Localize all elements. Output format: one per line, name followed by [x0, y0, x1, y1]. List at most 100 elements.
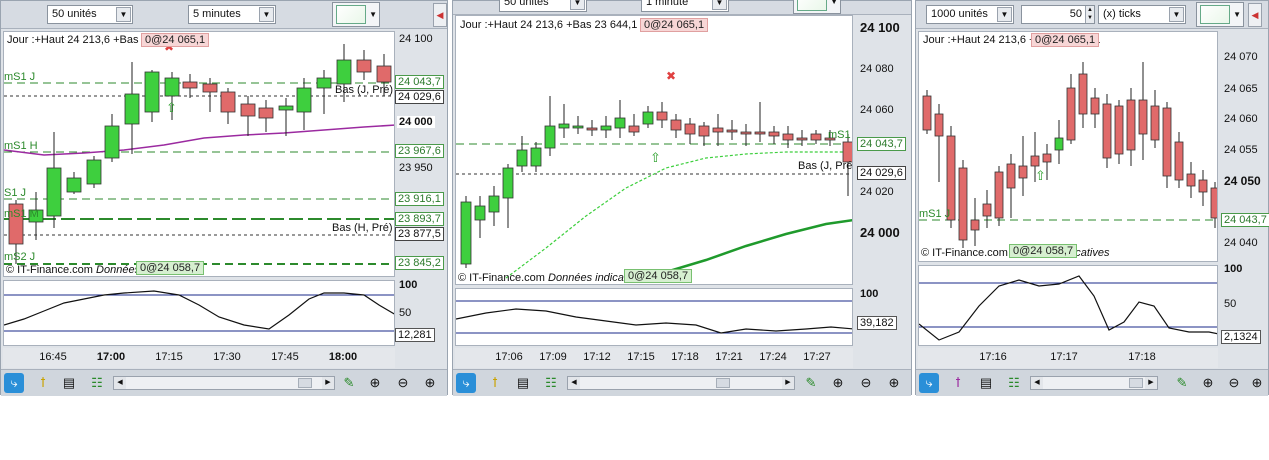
quantity-select[interactable]: 50 unités ▼	[499, 0, 587, 12]
price-chart[interactable]: ⇧ Jour :+Haut 24 213,6 +Bas 23 644,1 0@2…	[918, 31, 1218, 262]
period-select[interactable]: 5 minutes ▼	[188, 5, 276, 24]
time-tick: 17:18	[671, 351, 699, 363]
indicators-icon[interactable]: ☷	[1004, 373, 1024, 393]
candle-up	[278, 105, 294, 111]
indicators-icon[interactable]: ☷	[87, 373, 107, 393]
period-value: 5 minutes	[193, 8, 241, 20]
chevron-down-icon[interactable]: ▼	[997, 7, 1012, 22]
zoom-out-icon[interactable]: ⊖	[1224, 373, 1244, 393]
ticks-unit-select[interactable]: (x) ticks ▼	[1098, 5, 1186, 24]
collapse-tab[interactable]: ◀	[433, 3, 447, 27]
scroll-left-icon[interactable]: ◀	[114, 377, 126, 389]
indicator-chart[interactable]	[918, 265, 1218, 346]
time-tick: 16:45	[39, 351, 67, 363]
zoom-in-icon[interactable]: ⊕	[1247, 373, 1267, 393]
zoom-fit-icon[interactable]: ⊕	[1198, 373, 1218, 393]
indicator-chart[interactable]	[455, 288, 853, 346]
candle-down	[698, 125, 710, 137]
price-tick: 24 060	[860, 104, 894, 116]
order-tag[interactable]: 0@24 065,1	[141, 33, 210, 47]
chevron-down-icon[interactable]: ▼	[570, 0, 585, 10]
candle-up	[502, 167, 514, 199]
cursor-tool-icon[interactable]: ꝉ	[33, 373, 53, 393]
candle-down	[842, 141, 852, 163]
chevron-down-icon[interactable]: ▼	[830, 0, 838, 6]
time-tick: 17:15	[627, 351, 655, 363]
scroll-thumb[interactable]	[298, 378, 312, 388]
price-tag-s1j: 23 916,1	[395, 192, 444, 206]
chart-type-button[interactable]: ▼	[332, 2, 380, 27]
share-icon[interactable]: ⤷	[4, 373, 24, 393]
toolbar: 1000 unités ▼ 50 ▲ ▼ (x) ticks ▼ ▼ ◀	[916, 1, 1268, 29]
stepper-arrows-icon[interactable]: ▲ ▼	[1085, 6, 1094, 23]
chevron-down-icon[interactable]: ▼	[712, 0, 727, 10]
indicator-line	[4, 290, 394, 330]
cursor-tool-icon[interactable]: ꝉ	[948, 373, 968, 393]
candle-down	[1126, 99, 1136, 151]
price-chart[interactable]: ✖ ⇧ Jour :+Haut 24 213,6 +Bas 23 644,1 0@…	[455, 15, 853, 285]
list-icon[interactable]: ▤	[59, 373, 79, 393]
chevron-down-icon[interactable]: ▼	[1169, 7, 1184, 22]
time-tick: 17:30	[213, 351, 241, 363]
quantity-select[interactable]: 1000 unités ▼	[926, 5, 1014, 24]
horizontal-scrollbar[interactable]: ◀ ▶	[567, 376, 795, 390]
chevron-down-icon[interactable]: ▼	[116, 7, 131, 22]
share-icon[interactable]: ⤷	[919, 373, 939, 393]
chart-type-button[interactable]: ▼	[1196, 2, 1244, 27]
cursor-tool-icon[interactable]: ꝉ	[485, 373, 505, 393]
zoom-in-icon[interactable]: ⊕	[884, 373, 904, 393]
quantity-value: 1000 unités	[931, 8, 988, 20]
candle-down	[586, 127, 598, 131]
candle-up	[488, 195, 500, 213]
candle-up	[336, 59, 352, 85]
list-icon[interactable]: ▤	[976, 373, 996, 393]
indicator-value: 12,281	[395, 328, 435, 342]
order-tag[interactable]: 0@24 065,1	[1031, 33, 1100, 47]
chevron-down-icon[interactable]: ▼	[1233, 10, 1241, 19]
drawing-tool-icon[interactable]: ✎	[339, 373, 359, 393]
chevron-down-icon[interactable]: ▼	[259, 7, 274, 22]
collapse-tab[interactable]: ◀	[1248, 3, 1262, 27]
scroll-right-icon[interactable]: ▶	[782, 377, 794, 389]
scroll-right-icon[interactable]: ▶	[1145, 377, 1157, 389]
level-label-bas-jpre: Bas (J, Pré)	[798, 160, 853, 172]
zoom-out-icon[interactable]: ⊖	[393, 373, 413, 393]
scroll-right-icon[interactable]: ▶	[322, 377, 334, 389]
time-tick: 17:18	[1128, 351, 1156, 363]
zoom-fit-icon[interactable]: ⊕	[365, 373, 385, 393]
share-icon[interactable]: ⤷	[456, 373, 476, 393]
indicator-svg	[456, 300, 852, 334]
ticks-value: 50	[1069, 8, 1082, 20]
chevron-down-icon[interactable]: ▼	[369, 10, 377, 19]
list-icon[interactable]: ▤	[513, 373, 533, 393]
indicator-chart[interactable]	[3, 280, 395, 346]
price-tag-bas-hpre: 23 877,5	[395, 227, 444, 241]
scroll-thumb[interactable]	[1129, 378, 1143, 388]
quantity-select[interactable]: 50 unités ▼	[47, 5, 133, 24]
candle-up	[316, 77, 332, 89]
copyright-text: © IT-Finance.com	[6, 264, 93, 276]
order-tag-2[interactable]: 0@24 058,7	[136, 261, 205, 275]
scroll-thumb[interactable]	[716, 378, 730, 388]
level-label-ms1h: mS1 H	[4, 140, 38, 152]
order-tag[interactable]: 0@24 065,1	[640, 18, 709, 32]
zoom-out-icon[interactable]: ⊖	[856, 373, 876, 393]
time-tick: 17:15	[155, 351, 183, 363]
drawing-tool-icon[interactable]: ✎	[801, 373, 821, 393]
horizontal-scrollbar[interactable]: ◀ ▶	[1030, 376, 1158, 390]
candle-down	[1042, 153, 1052, 163]
zoom-in-icon[interactable]: ⊕	[420, 373, 440, 393]
scroll-left-icon[interactable]: ◀	[1031, 377, 1043, 389]
horizontal-scrollbar[interactable]: ◀ ▶	[113, 376, 335, 390]
order-tag-2[interactable]: 0@24 058,7	[624, 269, 693, 283]
price-chart[interactable]: ✖ ⇧ Jour :+Haut 24 213,6 +Bas 23 644,1 0@…	[3, 31, 395, 277]
period-select[interactable]: 1 minute ▼	[641, 0, 729, 12]
order-tag-2[interactable]: 0@24 058,7	[1009, 244, 1078, 258]
scroll-left-icon[interactable]: ◀	[568, 377, 580, 389]
zoom-fit-icon[interactable]: ⊕	[828, 373, 848, 393]
chart-type-button[interactable]: ▼	[793, 0, 841, 14]
ticks-stepper[interactable]: 50 ▲ ▼	[1021, 5, 1095, 24]
indicators-icon[interactable]: ☷	[541, 373, 561, 393]
price-tick: 24 040	[1224, 237, 1258, 249]
drawing-tool-icon[interactable]: ✎	[1172, 373, 1192, 393]
